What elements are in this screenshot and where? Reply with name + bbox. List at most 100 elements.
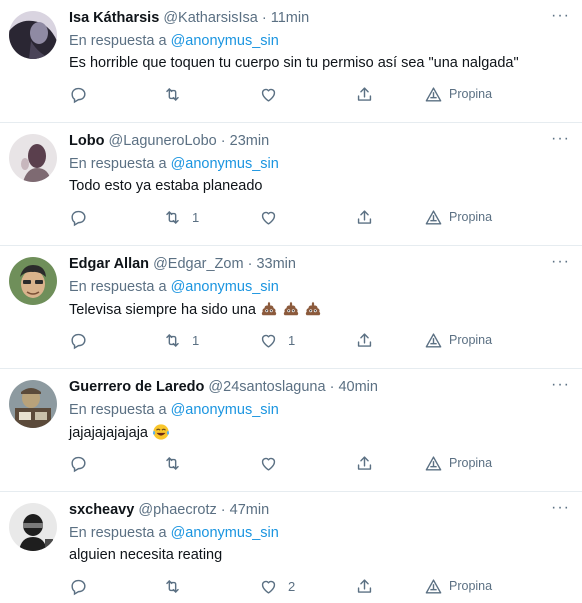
mention-link[interactable]: @anonymus_sin (171, 279, 279, 295)
avatar[interactable] (9, 380, 57, 428)
timestamp[interactable]: 47min (230, 502, 270, 518)
retweet-button[interactable] (163, 83, 192, 105)
more-horizontal-icon[interactable]: ··· (551, 500, 570, 516)
author-name[interactable]: Lobo (69, 133, 104, 149)
reply-button[interactable] (69, 452, 88, 474)
author-name[interactable]: Isa Kátharsis (69, 10, 159, 26)
retweet-icon (166, 579, 179, 593)
reply-context: En respuesta a @anonymus_sin (69, 524, 279, 542)
author-name[interactable]: Guerrero de Laredo (69, 379, 204, 395)
retweet-button[interactable] (163, 452, 192, 474)
tweet-header: sxcheavy @phaecrotz · 47min (69, 501, 562, 519)
like-button[interactable] (259, 452, 288, 474)
author-handle[interactable]: @24santoslaguna (208, 379, 325, 395)
tip-label: Propina (449, 579, 493, 593)
more-horizontal-icon[interactable]: ··· (551, 131, 570, 147)
action-bar: 1 Propina (69, 206, 509, 228)
tweet-text: jajajajajajaja (69, 423, 170, 442)
tweet[interactable]: Lobo @LaguneroLobo · 23min ··· En respue… (0, 123, 582, 246)
tweet-text-content: alguien necesita reating (69, 547, 223, 563)
like-button[interactable]: 1 (259, 329, 295, 351)
tweet-text: alguien necesita reating (69, 546, 222, 564)
more-horizontal-icon[interactable]: ··· (551, 377, 570, 393)
share-button[interactable] (355, 452, 374, 474)
mention-link[interactable]: @anonymus_sin (171, 525, 279, 541)
author-name[interactable]: Edgar Allan (69, 256, 149, 272)
reply-button[interactable] (69, 83, 88, 105)
share-icon (357, 209, 372, 224)
retweet-button[interactable] (163, 575, 192, 597)
tweet[interactable]: Edgar Allan @Edgar_Zom · 33min ··· En re… (0, 246, 582, 369)
timestamp[interactable]: 33min (256, 256, 296, 272)
tweet[interactable]: Guerrero de Laredo @24santoslaguna · 40m… (0, 369, 582, 492)
timestamp[interactable]: 40min (338, 379, 378, 395)
tweet-text: Es horrible que toquen tu cuerpo sin tu … (69, 54, 519, 72)
tip-label: Propina (449, 456, 493, 470)
like-button[interactable]: 2 (259, 575, 295, 597)
more-horizontal-icon[interactable]: ··· (551, 8, 570, 24)
author-handle[interactable]: @Edgar_Zom (153, 256, 243, 272)
reply-thread: Isa Kátharsis @KatharsisIsa · 11min ··· … (0, 0, 582, 603)
mention-link[interactable]: @anonymus_sin (171, 33, 279, 49)
reply-context: En respuesta a @anonymus_sin (69, 155, 279, 173)
heart-icon (261, 334, 276, 348)
share-button[interactable] (355, 575, 374, 597)
tip-button[interactable]: Propina (424, 83, 492, 105)
reply-button[interactable] (69, 329, 88, 351)
separator: · (220, 502, 226, 518)
more-horizontal-icon[interactable]: ··· (551, 254, 570, 270)
tip-button[interactable]: Propina (424, 452, 492, 474)
author-handle[interactable]: @phaecrotz (138, 502, 216, 518)
tweet[interactable]: sxcheavy @phaecrotz · 47min ··· En respu… (0, 492, 582, 603)
mention-link[interactable]: @anonymus_sin (171, 156, 279, 172)
heart-icon (261, 211, 276, 225)
tip-icon (425, 578, 442, 594)
reply-button[interactable] (69, 206, 88, 228)
avatar[interactable] (9, 134, 57, 182)
retweet-count: 1 (192, 332, 200, 348)
like-count: 1 (288, 332, 296, 348)
reply-context: En respuesta a @anonymus_sin (69, 401, 279, 419)
tip-button[interactable]: Propina (424, 575, 492, 597)
tip-icon (425, 455, 442, 471)
action-bar: 1 1 Propina (69, 329, 509, 351)
reply-icon (71, 579, 86, 595)
action-bar: 2 Propina (69, 575, 509, 597)
reply-icon (71, 333, 86, 349)
avatar[interactable] (9, 11, 57, 59)
share-button[interactable] (355, 329, 374, 351)
like-button[interactable] (259, 83, 288, 105)
mention-link[interactable]: @anonymus_sin (171, 402, 279, 418)
reply-icon (71, 210, 86, 226)
like-button[interactable] (259, 206, 288, 228)
separator: · (247, 256, 253, 272)
author-name[interactable]: sxcheavy (69, 502, 134, 518)
share-button[interactable] (355, 206, 374, 228)
tip-label: Propina (449, 210, 493, 224)
tears-of-joy-emoji (152, 423, 170, 441)
retweet-count: 1 (192, 209, 200, 225)
tip-icon (425, 209, 442, 225)
tweet-text-content: Todo esto ya estaba planeado (69, 178, 263, 194)
author-handle[interactable]: @LaguneroLobo (108, 133, 216, 149)
share-icon (357, 332, 372, 347)
poop-emoji (304, 300, 322, 318)
timestamp[interactable]: 23min (230, 133, 270, 149)
tip-label: Propina (449, 87, 493, 101)
reply-button[interactable] (69, 575, 88, 597)
share-button[interactable] (355, 83, 374, 105)
retweet-button[interactable]: 1 (163, 206, 199, 228)
tip-button[interactable]: Propina (424, 329, 492, 351)
retweet-icon (166, 333, 179, 347)
retweet-button[interactable]: 1 (163, 329, 199, 351)
tweet-text-content: Es horrible que toquen tu cuerpo sin tu … (69, 55, 519, 71)
tweet[interactable]: Isa Kátharsis @KatharsisIsa · 11min ··· … (0, 0, 582, 123)
avatar[interactable] (9, 257, 57, 305)
avatar[interactable] (9, 503, 57, 551)
reply-prefix: En respuesta a (69, 156, 167, 172)
tip-button[interactable]: Propina (424, 206, 492, 228)
heart-icon (261, 88, 276, 102)
timestamp[interactable]: 11min (271, 10, 309, 26)
separator: · (220, 133, 226, 149)
author-handle[interactable]: @KatharsisIsa (163, 10, 258, 26)
